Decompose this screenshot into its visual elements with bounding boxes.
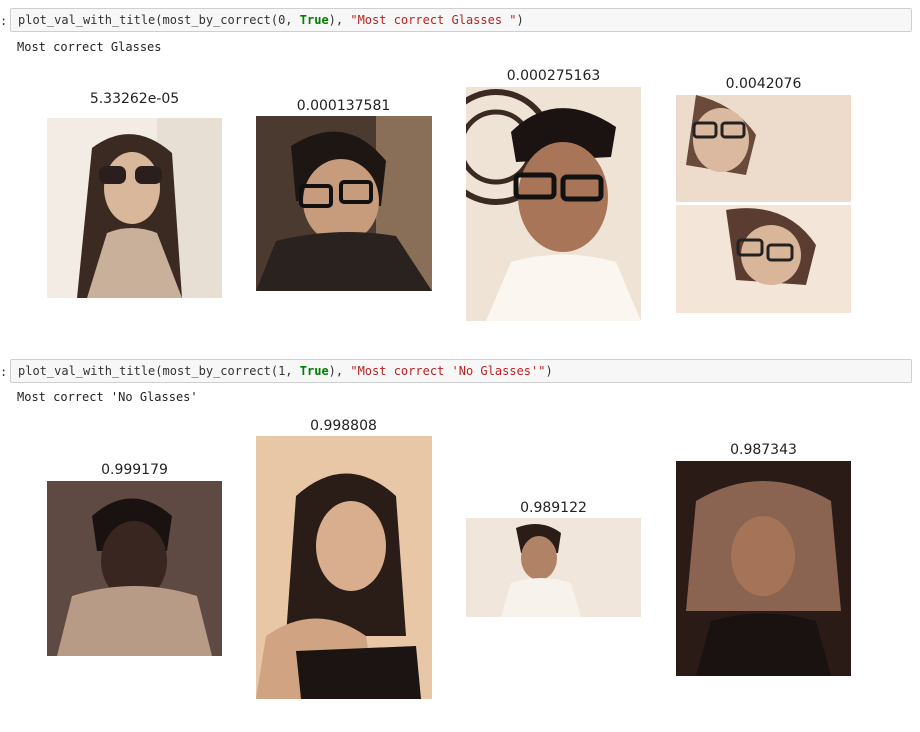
- code-func: plot_val_with_title(most_by_correct(1,: [18, 364, 300, 378]
- photo-woman-curly-hair: [676, 461, 851, 676]
- input-prompt: :: [0, 365, 8, 379]
- output-text: Most correct 'No Glasses': [17, 390, 198, 404]
- photo-woman-with-sunglasses: [47, 118, 222, 298]
- image-title: 0.999179: [101, 462, 168, 478]
- code-cell-input[interactable]: plot_val_with_title(most_by_correct(0, T…: [10, 8, 912, 32]
- photo-man-with-glasses-white-shirt: [466, 87, 641, 321]
- photo-man-with-glasses: [256, 116, 432, 291]
- code-cell-input[interactable]: plot_val_with_title(most_by_correct(1, T…: [10, 359, 912, 383]
- code-end: ): [516, 13, 524, 27]
- code-keyword: True: [299, 13, 329, 27]
- photo-woman-long-dark-hair: [256, 436, 432, 699]
- input-prompt: :: [0, 14, 8, 28]
- image-title: 0.987343: [730, 442, 797, 458]
- image-title: 0.998808: [310, 418, 377, 434]
- image-title: 0.0042076: [725, 76, 802, 92]
- photo-woman-short-hair: [47, 481, 222, 656]
- code-mid: ),: [328, 364, 351, 378]
- code-line: plot_val_with_title(most_by_correct(1, T…: [18, 364, 553, 378]
- code-func: plot_val_with_title(most_by_correct(0,: [18, 13, 300, 27]
- code-keyword: True: [299, 364, 329, 378]
- output-text: Most correct Glasses: [17, 40, 162, 54]
- image-title: 0.000137581: [296, 98, 391, 114]
- code-string: "Most correct Glasses ": [350, 13, 517, 27]
- image-title: 0.989122: [520, 500, 587, 516]
- image-title: 5.33262e-05: [89, 91, 180, 107]
- code-mid: ),: [328, 13, 351, 27]
- photo-man-smiling: [466, 518, 641, 617]
- image-title: 0.000275163: [506, 68, 601, 84]
- photo-woman-with-glasses-collage: [676, 95, 851, 313]
- code-line: plot_val_with_title(most_by_correct(0, T…: [18, 13, 524, 27]
- code-end: ): [545, 364, 553, 378]
- code-string: "Most correct 'No Glasses'": [350, 364, 546, 378]
